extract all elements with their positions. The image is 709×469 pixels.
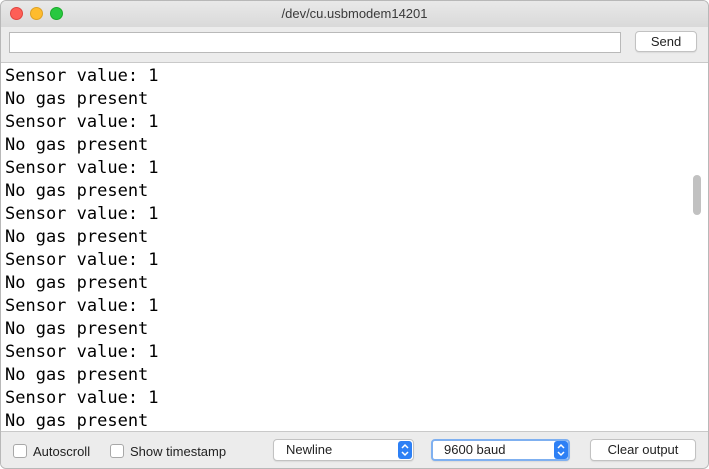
autoscroll-label[interactable]: Autoscroll bbox=[33, 444, 90, 459]
output-line: Sensor value: 1 bbox=[5, 296, 159, 316]
line-ending-select[interactable]: Newline bbox=[273, 439, 414, 461]
output-line: Sensor value: 1 bbox=[5, 158, 159, 178]
window-title: /dev/cu.usbmodem14201 bbox=[281, 6, 428, 21]
line-ending-value: Newline bbox=[286, 442, 333, 457]
baud-rate-select[interactable]: 9600 baud bbox=[431, 439, 570, 461]
output-line: No gas present bbox=[5, 135, 149, 155]
output-line: Sensor value: 1 bbox=[5, 388, 159, 408]
output-line: No gas present bbox=[5, 365, 149, 385]
show-timestamp-checkbox[interactable] bbox=[110, 444, 124, 458]
output-line: Sensor value: 1 bbox=[5, 250, 159, 270]
output-line: No gas present bbox=[5, 227, 149, 247]
output-line: No gas present bbox=[5, 411, 149, 431]
select-stepper-icon bbox=[398, 441, 412, 459]
output-line: Sensor value: 1 bbox=[5, 66, 159, 86]
send-row: Send bbox=[1, 27, 708, 61]
select-stepper-icon bbox=[554, 441, 568, 459]
output-line: Sensor value: 1 bbox=[5, 342, 159, 362]
show-timestamp-label[interactable]: Show timestamp bbox=[130, 444, 226, 459]
output-line: Sensor value: 1 bbox=[5, 204, 159, 224]
output-line: No gas present bbox=[5, 273, 149, 293]
output-scrollbar-thumb[interactable] bbox=[693, 175, 701, 215]
send-button[interactable]: Send bbox=[635, 31, 697, 52]
output-line: No gas present bbox=[5, 319, 149, 339]
output-line: No gas present bbox=[5, 89, 149, 109]
output-lines: Sensor value: 1 No gas present Sensor va… bbox=[5, 65, 159, 431]
autoscroll-checkbox[interactable] bbox=[13, 444, 27, 458]
baud-rate-value: 9600 baud bbox=[444, 442, 506, 457]
title-bar[interactable]: /dev/cu.usbmodem14201 bbox=[1, 1, 708, 27]
serial-monitor-window: /dev/cu.usbmodem14201 Send Sensor value:… bbox=[0, 0, 709, 469]
serial-output[interactable]: Sensor value: 1 No gas present Sensor va… bbox=[1, 62, 708, 432]
bottom-toolbar: Autoscroll Show timestamp Newline 9600 b… bbox=[1, 433, 708, 468]
send-input[interactable] bbox=[9, 32, 621, 53]
output-line: No gas present bbox=[5, 181, 149, 201]
output-line: Sensor value: 1 bbox=[5, 112, 159, 132]
clear-output-button[interactable]: Clear output bbox=[590, 439, 696, 461]
